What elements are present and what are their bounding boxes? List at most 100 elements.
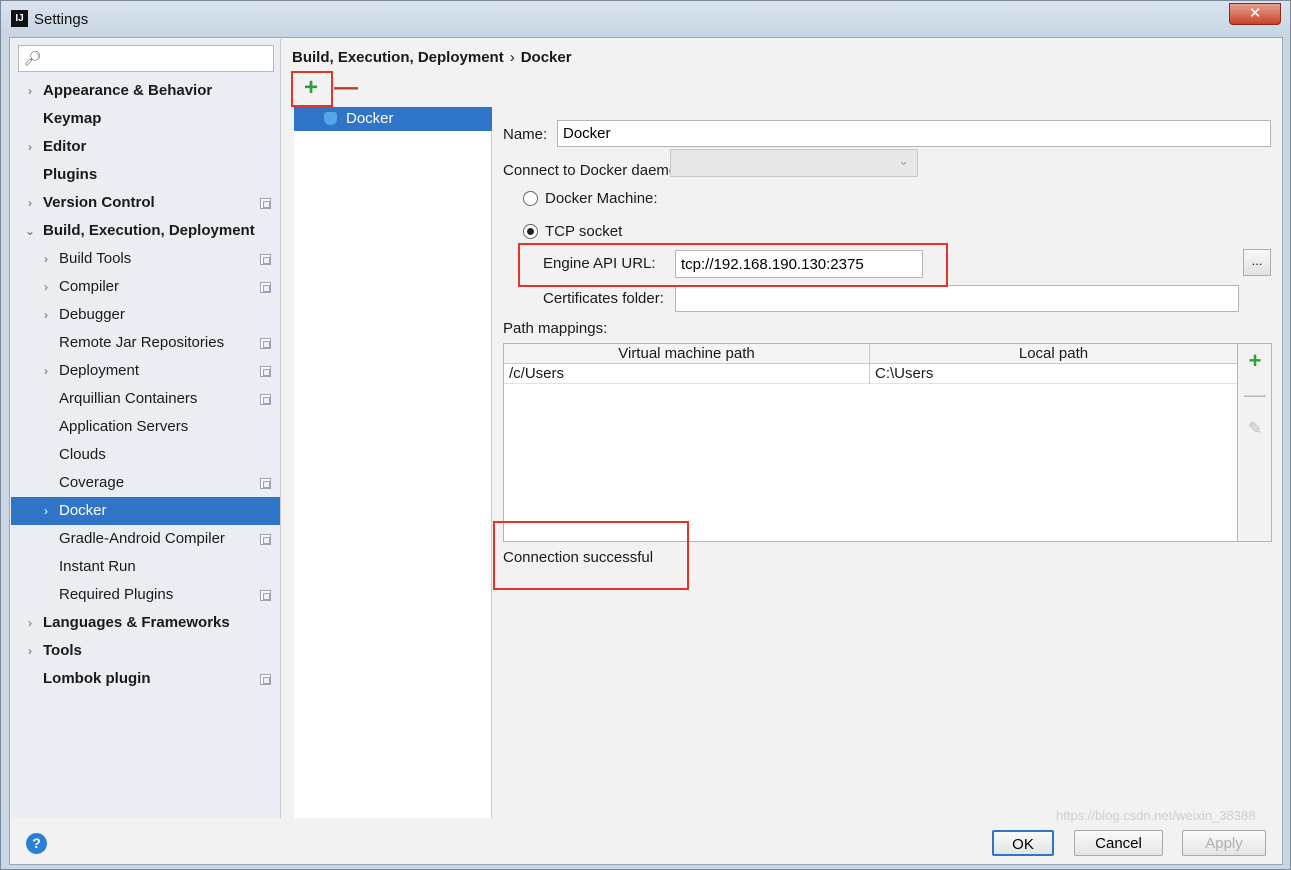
settings-window: IJ Settings ✕ 🔎︎ › Appearance & Behavior K…	[0, 0, 1291, 870]
sidebar-item-label: Application Servers	[59, 418, 189, 435]
sidebar-item-required-plugins[interactable]: Required Plugins	[11, 581, 280, 609]
chevron-right-icon[interactable]: ›	[39, 273, 53, 301]
intellij-icon: IJ	[11, 10, 28, 27]
sidebar-item-instant-run[interactable]: Instant Run	[11, 553, 280, 581]
docker-machine-radio[interactable]	[523, 191, 538, 206]
sidebar-item-label: Instant Run	[59, 558, 136, 575]
project-scope-icon	[260, 338, 271, 349]
chevron-right-icon[interactable]: ›	[39, 357, 53, 385]
sidebar-item-label: Arquillian Containers	[59, 390, 198, 407]
sidebar-item-label: Appearance & Behavior	[43, 82, 213, 99]
sidebar-item-label: Clouds	[59, 446, 106, 463]
sidebar-item-label: Required Plugins	[59, 586, 174, 603]
project-scope-icon	[260, 674, 271, 685]
sidebar-item-coverage[interactable]: Coverage	[11, 469, 280, 497]
cancel-button[interactable]: Cancel	[1074, 830, 1163, 856]
docker-machine-label: Docker Machine:	[545, 190, 658, 207]
list-item-docker[interactable]: Docker	[294, 107, 492, 131]
list-item-label: Docker	[346, 110, 394, 127]
chevron-down-icon[interactable]: ⌄	[23, 217, 37, 245]
project-scope-icon	[260, 478, 271, 489]
tcp-socket-radio[interactable]	[523, 224, 538, 239]
breadcrumb-separator: ›	[509, 49, 515, 66]
chevron-right-icon[interactable]: ›	[39, 301, 53, 329]
docker-icon	[324, 112, 337, 125]
column-header-vm-path[interactable]: Virtual machine path	[504, 344, 869, 364]
table-toolbar: + — ✎	[1238, 343, 1272, 542]
sidebar-item-compiler[interactable]: › Compiler	[11, 273, 280, 301]
sidebar-item-deployment[interactable]: › Deployment	[11, 357, 280, 385]
ok-button[interactable]: OK	[992, 830, 1054, 856]
remove-button[interactable]: —	[334, 76, 358, 100]
settings-sidebar: 🔎︎ › Appearance & Behavior Keymap › Editor Pl…	[11, 39, 281, 818]
column-divider	[869, 344, 870, 384]
path-mappings-label: Path mappings:	[503, 320, 608, 337]
search-icon: 🔎︎	[24, 50, 42, 66]
breadcrumb-parent[interactable]: Build, Execution, Deployment	[292, 49, 504, 66]
sidebar-item-label: Plugins	[43, 166, 98, 183]
column-header-local-path[interactable]: Local path	[870, 344, 1237, 364]
search-box[interactable]: 🔎︎	[18, 45, 274, 72]
tcp-socket-label: TCP socket	[545, 223, 623, 240]
close-button[interactable]: ✕	[1229, 3, 1281, 25]
project-scope-icon	[260, 282, 271, 293]
sidebar-item-label: Keymap	[43, 110, 102, 127]
add-mapping-icon[interactable]: +	[1244, 350, 1266, 372]
table-cell[interactable]: /c/Users	[504, 364, 869, 384]
certificates-folder-field[interactable]	[675, 285, 1239, 312]
sidebar-item-label: Version Control	[43, 194, 155, 211]
add-button[interactable]: +	[300, 76, 322, 100]
sidebar-item-keymap[interactable]: Keymap	[11, 105, 280, 133]
remove-mapping-icon[interactable]: —	[1244, 384, 1266, 406]
chevron-right-icon[interactable]: ›	[23, 609, 37, 637]
sidebar-item-editor[interactable]: › Editor	[11, 133, 280, 161]
engine-api-url-field[interactable]	[675, 250, 923, 278]
edit-mapping-icon[interactable]: ✎	[1244, 418, 1266, 440]
chevron-down-icon: ⌄	[898, 153, 909, 168]
chevron-right-icon[interactable]: ›	[39, 245, 53, 273]
browse-button[interactable]: ...	[1243, 249, 1271, 276]
project-scope-icon	[260, 254, 271, 265]
sidebar-item-gradle-android-compiler[interactable]: Gradle-Android Compiler	[11, 525, 280, 553]
project-scope-icon	[260, 534, 271, 545]
sidebar-item-clouds[interactable]: Clouds	[11, 441, 280, 469]
sidebar-item-application-servers[interactable]: Application Servers	[11, 413, 280, 441]
table-cell[interactable]: C:\Users	[870, 364, 1237, 384]
sidebar-item-label: Remote Jar Repositories	[59, 334, 225, 351]
path-mappings-table: Virtual machine path Local path /c/Users…	[503, 343, 1238, 542]
sidebar-item-label: Build Tools	[59, 250, 132, 267]
window-title: Settings	[34, 11, 89, 28]
sidebar-item-docker[interactable]: › Docker	[11, 497, 280, 525]
sidebar-item-lombok-plugin[interactable]: Lombok plugin	[11, 665, 280, 693]
chevron-right-icon[interactable]: ›	[23, 637, 37, 665]
project-scope-icon	[260, 198, 271, 209]
sidebar-item-label: Tools	[43, 642, 82, 659]
sidebar-item-languages-frameworks[interactable]: › Languages & Frameworks	[11, 609, 280, 637]
apply-button[interactable]: Apply	[1182, 830, 1266, 856]
chevron-right-icon[interactable]: ›	[23, 189, 37, 217]
sidebar-item-remote-jar-repositories[interactable]: Remote Jar Repositories	[11, 329, 280, 357]
chevron-right-icon[interactable]: ›	[23, 77, 37, 105]
sidebar-item-label: Compiler	[59, 278, 120, 295]
sidebar-item-build-tools[interactable]: › Build Tools	[11, 245, 280, 273]
name-field[interactable]	[557, 120, 1271, 147]
sidebar-item-arquillian-containers[interactable]: Arquillian Containers	[11, 385, 280, 413]
sidebar-item-build-execution-deployment[interactable]: ⌄ Build, Execution, Deployment	[11, 217, 280, 245]
docker-settings-form: Name: Connect to Docker daemon with: Doc…	[493, 74, 1283, 818]
chevron-right-icon[interactable]: ›	[23, 133, 37, 161]
project-scope-icon	[260, 394, 271, 405]
sidebar-item-label: Coverage	[59, 474, 125, 491]
sidebar-item-label: Languages & Frameworks	[43, 614, 230, 631]
project-scope-icon	[260, 590, 271, 601]
sidebar-item-label: Deployment	[59, 362, 140, 379]
title-bar: IJ Settings ✕	[1, 1, 1290, 37]
sidebar-item-appearance-behavior[interactable]: › Appearance & Behavior	[11, 77, 280, 105]
sidebar-item-version-control[interactable]: › Version Control	[11, 189, 280, 217]
docker-machine-select[interactable]: ⌄	[670, 149, 918, 177]
chevron-right-icon[interactable]: ›	[39, 497, 53, 525]
search-input[interactable]	[43, 48, 269, 69]
sidebar-item-tools[interactable]: › Tools	[11, 637, 280, 665]
sidebar-item-debugger[interactable]: › Debugger	[11, 301, 280, 329]
sidebar-item-plugins[interactable]: Plugins	[11, 161, 280, 189]
help-icon[interactable]: ?	[26, 833, 47, 854]
